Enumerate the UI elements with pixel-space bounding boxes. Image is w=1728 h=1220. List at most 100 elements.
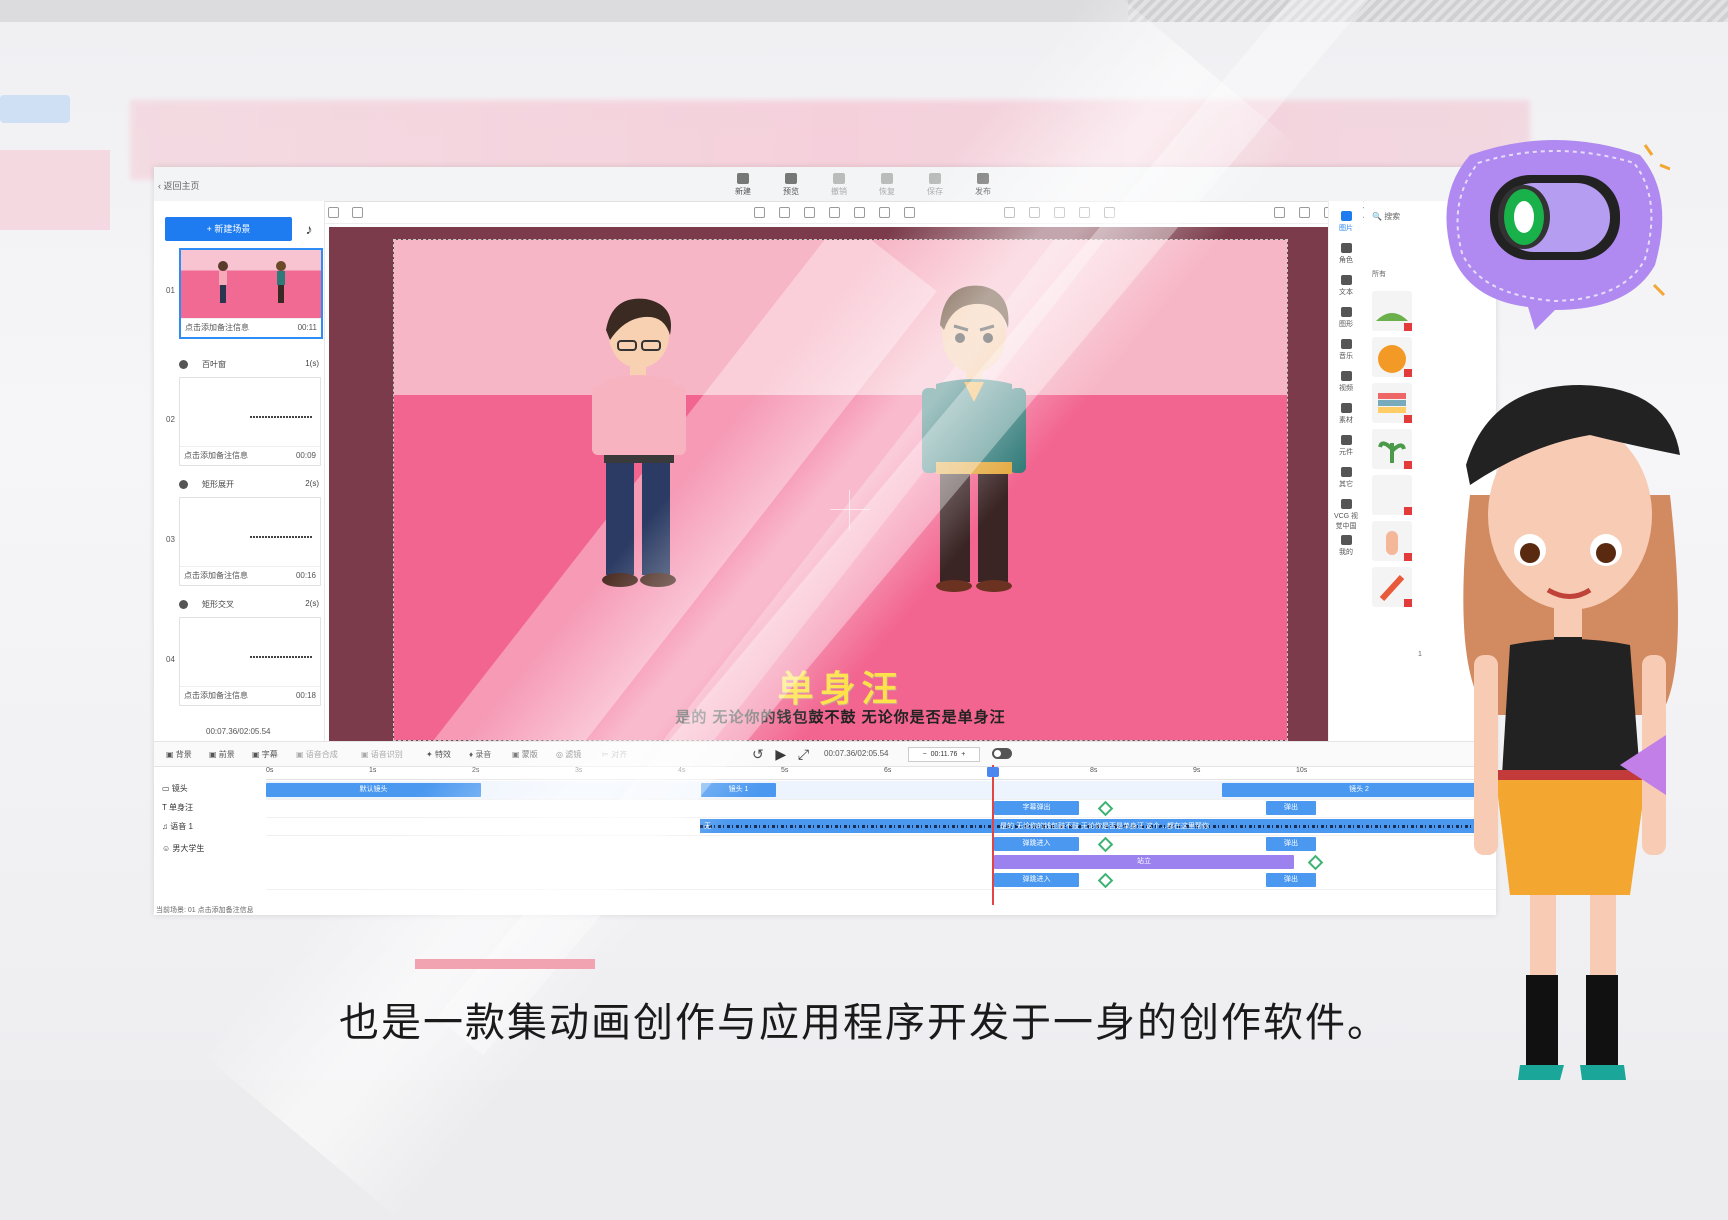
foreground-button[interactable]: ▣ 前景 (209, 749, 235, 760)
new-scene-button[interactable]: + 新建场景 (165, 217, 292, 241)
asset-thumbnail[interactable] (1372, 475, 1412, 515)
new-button[interactable]: 新建 (729, 173, 757, 197)
transition-item[interactable]: 矩形展开 2(s) (179, 479, 319, 490)
lock-icon[interactable] (879, 207, 890, 218)
asset-thumbnail[interactable] (1372, 567, 1412, 607)
tts-button[interactable]: ▣ 语音合成 (296, 749, 338, 760)
blurred-chip (0, 95, 70, 123)
filter-button[interactable]: ◎ 滤镜 (556, 749, 581, 760)
asset-filter[interactable]: 所有 (1372, 269, 1386, 279)
music-note-icon[interactable]: ♪ (298, 218, 320, 240)
record-button[interactable]: ♦ 录音 (469, 749, 491, 760)
tab-vcg[interactable]: VCG 视觉中国 (1333, 499, 1359, 531)
character-young-man[interactable] (584, 295, 694, 590)
mask-button[interactable]: ▣ 蒙版 (512, 749, 538, 760)
text-in-clip[interactable]: 字幕弹出 (994, 801, 1079, 815)
asset-search-input[interactable]: 🔍 搜索 (1372, 211, 1432, 227)
copy-icon[interactable] (904, 207, 915, 218)
align-center-icon[interactable] (1029, 207, 1040, 218)
align-top-icon[interactable] (779, 207, 790, 218)
text-track: 字幕弹出 弹出 (266, 799, 1496, 818)
align-left-icon[interactable] (1004, 207, 1015, 218)
tab-materials[interactable]: 素材 (1333, 403, 1359, 425)
fullscreen-icon[interactable]: ⤢ (798, 746, 809, 762)
save-button[interactable]: 保存 (921, 173, 949, 197)
tab-text[interactable]: 文本 (1333, 275, 1359, 297)
distribute-icon[interactable] (1079, 207, 1090, 218)
zoom-out-icon[interactable] (1299, 207, 1310, 218)
tab-mine[interactable]: 我的 (1333, 535, 1359, 557)
stage[interactable]: 单身汪 是的 无论你的钱包鼓不鼓 无论你是否是单身汪 (393, 239, 1288, 741)
timeline-playhead[interactable] (987, 765, 999, 905)
character-in-clip[interactable]: 弹跳进入 (994, 837, 1079, 851)
tab-characters[interactable]: 角色 (1333, 243, 1359, 265)
effects-button[interactable]: ✦ 特效 (426, 749, 451, 760)
asset-thumbnail[interactable] (1372, 291, 1412, 331)
track-label-text[interactable]: T 单身汪 (162, 802, 193, 813)
keyframe-icon[interactable] (1097, 800, 1114, 817)
timeline-ruler[interactable]: 0s 1s 2s 3s 4s 5s 6s 7s 8s 9s 10s (266, 765, 1496, 780)
asset-thumbnail[interactable] (1372, 429, 1412, 469)
rewind-icon[interactable]: ↺ (752, 746, 764, 762)
scene-note[interactable]: 点击添加备注信息 (185, 319, 249, 337)
keyframe-icon[interactable] (1097, 836, 1114, 853)
speech-recognition-button[interactable]: ▣ 语音识别 (361, 749, 403, 760)
spacing-icon[interactable] (854, 207, 865, 218)
publish-button[interactable]: 发布 (969, 173, 997, 197)
play-icon[interactable]: ▶ (775, 746, 786, 762)
character-action-clip[interactable]: 站立 (994, 855, 1294, 869)
scene-meta: 点击添加备注信息 00:11 (181, 318, 321, 337)
subtitle-button[interactable]: ▣ 字幕 (252, 749, 278, 760)
character-in-clip[interactable]: 弹跳进入 (994, 873, 1079, 887)
camera-track: 默认镜头 镜头 1 镜头 2 (266, 781, 1496, 800)
text-out-clip[interactable]: 弹出 (1266, 801, 1316, 815)
back-home-link[interactable]: ‹ 返回主页 (158, 179, 200, 192)
pagination[interactable]: 1 (1418, 651, 1422, 658)
align-middle-icon[interactable] (804, 207, 815, 218)
align-right-icon[interactable] (1054, 207, 1065, 218)
voice-waveform-clip[interactable]: 无 是的 无论你的钱包鼓不鼓 无论你是否是单身汪 这个…都在这里帮你 (700, 819, 1496, 833)
stage-title-text[interactable]: 单身汪 (394, 660, 1287, 712)
character-man-green-sweater[interactable] (914, 280, 1034, 595)
scene-meta: 点击添加备注信息 00:09 (180, 446, 320, 465)
align-bottom-icon[interactable] (1104, 207, 1115, 218)
scene-card-04[interactable]: 点击添加备注信息 00:18 (179, 617, 321, 706)
asset-thumbnail[interactable] (1372, 521, 1412, 561)
align-button[interactable]: ⊨ 对齐 (602, 749, 627, 760)
asset-thumbnail[interactable] (1372, 383, 1412, 423)
transition-item[interactable]: 矩形交叉 2(s) (179, 599, 319, 610)
tab-music[interactable]: 音乐 (1333, 339, 1359, 361)
layer-icon[interactable] (328, 207, 339, 218)
transition-item[interactable]: 百叶窗 1(s) (179, 359, 319, 370)
tab-other[interactable]: 其它 (1333, 467, 1359, 489)
tab-video[interactable]: 视频 (1333, 371, 1359, 393)
preview-button[interactable]: 预览 (777, 173, 805, 197)
timeline-zoom[interactable]: − 00:11.76 + (908, 747, 980, 762)
video-icon (1340, 371, 1352, 381)
camera-clip[interactable]: 默认镜头 (266, 783, 481, 797)
asset-thumbnail[interactable] (1372, 337, 1412, 377)
tab-shapes[interactable]: 图形 (1333, 307, 1359, 329)
scene-card-03[interactable]: 点击添加备注信息 00:16 (179, 497, 321, 586)
redo-button[interactable]: 恢复 (873, 173, 901, 197)
tab-images[interactable]: 图片 (1333, 211, 1359, 233)
undo-button[interactable]: 撤销 (825, 173, 853, 197)
keyframe-icon[interactable] (1097, 872, 1114, 889)
timeline-toggle[interactable] (992, 748, 1012, 759)
track-label-character[interactable]: ☺ 男大学生 (162, 843, 204, 854)
download-icon[interactable] (754, 207, 765, 218)
keyframe-icon[interactable] (1307, 854, 1324, 871)
track-label-voice[interactable]: ♫ 语音 1 (162, 821, 193, 832)
stage-subtitle-text[interactable]: 是的 无论你的钱包鼓不鼓 无论你是否是单身汪 (394, 706, 1287, 727)
home-icon[interactable] (352, 207, 363, 218)
zoom-in-icon[interactable] (1274, 207, 1285, 218)
tab-components[interactable]: 元件 (1333, 435, 1359, 457)
scene-card-02[interactable]: 点击添加备注信息 00:09 (179, 377, 321, 466)
character-out-clip[interactable]: 弹出 (1266, 873, 1316, 887)
camera-clip[interactable]: 镜头 1 (701, 783, 776, 797)
track-label-camera[interactable]: ▭ 镜头 (162, 783, 188, 794)
scene-card-01[interactable]: 点击添加备注信息 00:11 (179, 248, 323, 339)
background-button[interactable]: ▣ 背景 (166, 749, 192, 760)
character-out-clip[interactable]: 弹出 (1266, 837, 1316, 851)
flip-icon[interactable] (829, 207, 840, 218)
